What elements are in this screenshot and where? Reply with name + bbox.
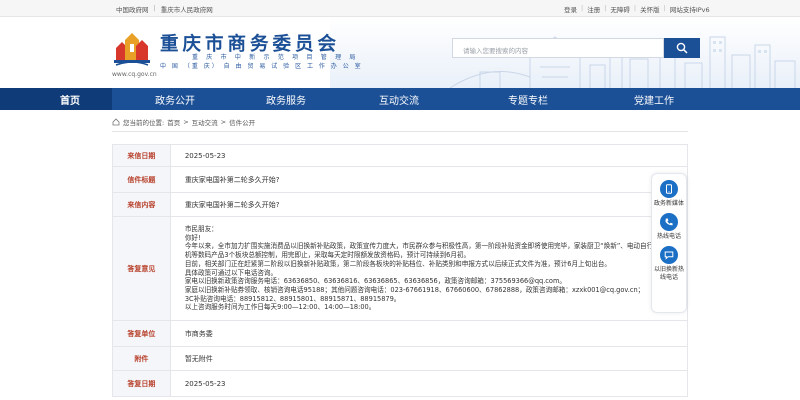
- reply-cell: 市民朋友： 你好! 今年以来，全市加力扩围实施消费品以旧换新补贴政策，政策宣传力…: [169, 216, 689, 321]
- label-unit: 答复单位: [112, 320, 171, 347]
- label-date: 来信日期: [112, 144, 171, 167]
- table-row: 附件 暂无附件: [112, 346, 689, 371]
- reply-line: 市民朋友：: [184, 224, 218, 233]
- breadcrumb: 您当前的位置: 首页 > 互动交流 > 信件公开: [112, 114, 255, 130]
- letter-detail-table: 来信日期 2025-05-23 信件标题 重庆家电国补第二轮多久开始? 来信内容…: [112, 144, 689, 397]
- phone-call-icon: [659, 213, 678, 231]
- reply-line: 今年以来，全市加力扩围实施消费品以旧换新补贴政策，政策宣传力度大，市民群众参与积…: [184, 242, 673, 251]
- table-row: 来信内容 重庆家电国补第二轮多久开始?: [112, 192, 689, 217]
- reply-line: 3C补贴咨询电话：88915812、88915801、88915871、8891…: [184, 294, 401, 303]
- side-item-tradein-hotline[interactable]: 以旧换新热 线电话: [654, 246, 684, 282]
- reply-line: 具体政策可通过以下电话咨询。: [184, 268, 278, 277]
- divider: [112, 131, 688, 132]
- login-link[interactable]: 登录: [562, 4, 579, 14]
- side-item-label: 热线电话: [656, 233, 681, 240]
- nav-label: 党建工作: [634, 95, 674, 107]
- floating-side-panel: 政务新媒体 热线电话 以旧换新热 线电话: [651, 173, 687, 313]
- search-input[interactable]: 请输入您要搜索的内容: [452, 38, 664, 58]
- reply-line: 家电以旧换新政策咨询服务电话：63636850、63636816、6363686…: [184, 277, 566, 286]
- side-item-new-media[interactable]: 政务新媒体: [654, 180, 684, 208]
- side-item-label: 以旧换新热 线电话: [653, 266, 684, 281]
- breadcrumb-letters[interactable]: 信件公开: [229, 117, 255, 127]
- site-subtitle-line2: 中 国 （重 庆） 自 由 贸 易 试 验 区 工 作 办 公 室: [160, 63, 363, 70]
- main-nav: 首页 政务公开 政务服务 互动交流 专题专栏 党建工作: [0, 88, 800, 110]
- link-gov-cn[interactable]: 中国政府网: [112, 4, 153, 14]
- side-item-label: 政务新媒体: [653, 200, 684, 207]
- top-left-links: 中国政府网 | 重庆市人民政府网: [112, 4, 217, 14]
- side-item-hotline[interactable]: 热线电话: [657, 213, 681, 241]
- ipv6-link[interactable]: 网站支持IPv6: [668, 4, 712, 14]
- reply-line: 你好!: [184, 233, 201, 242]
- attachment-value: 暂无附件: [169, 346, 689, 371]
- phone-icon: [659, 180, 678, 198]
- register-link[interactable]: 注册: [585, 4, 602, 14]
- table-row: 答复意见 市民朋友： 你好! 今年以来，全市加力扩围实施消费品以旧换新补贴政策，…: [112, 216, 689, 321]
- search-icon: [676, 42, 688, 54]
- site-header: 重庆市商务委员会 重 庆 市 中 新 示 范 项 目 管 理 局 中 国 （重 …: [0, 17, 800, 88]
- nav-label: 首页: [60, 95, 80, 107]
- nav-label: 政务服务: [266, 95, 306, 107]
- reply-line: 目前，相关部门正在赶紧第二阶段以旧换新补贴政策，第二阶段各板块的补贴档位、补贴类…: [184, 259, 612, 268]
- nav-gov-affairs-open[interactable]: 政务公开: [112, 88, 208, 110]
- table-row: 来信日期 2025-05-23: [112, 144, 689, 167]
- home-icon: [112, 118, 120, 126]
- table-row: 答复日期 2025-05-23: [112, 370, 689, 397]
- chat-icon: [659, 246, 678, 264]
- site-subtitle-line1: 重 庆 市 中 新 示 范 项 目 管 理 局: [192, 54, 359, 61]
- breadcrumb-home[interactable]: 首页: [167, 117, 180, 127]
- nav-party-building[interactable]: 党建工作: [580, 88, 720, 110]
- table-row: 答复单位 市商务委: [112, 320, 689, 347]
- top-utility-bar: 中国政府网 | 重庆市人民政府网 登录 | 注册 | 无障碍 | 关怀版 | 网…: [0, 0, 800, 17]
- letter-content: 重庆家电国补第二轮多久开始?: [169, 192, 689, 217]
- site-logo: [114, 33, 150, 66]
- letter-date: 2025-05-23: [169, 144, 689, 167]
- label-reply-date: 答复日期: [112, 370, 171, 397]
- nav-home[interactable]: 首页: [0, 88, 112, 110]
- letter-title: 重庆家电国补第二轮多久开始?: [169, 166, 689, 193]
- elder-mode-link[interactable]: 关怀版: [638, 4, 662, 14]
- breadcrumb-separator: >: [183, 118, 189, 126]
- nav-special-topics[interactable]: 专题专栏: [438, 88, 580, 110]
- reply-text: 市民朋友： 你好! 今年以来，全市加力扩围实施消费品以旧换新补贴政策，政策宣传力…: [171, 220, 687, 317]
- link-cq-gov[interactable]: 重庆市人民政府网: [157, 4, 217, 14]
- search-button[interactable]: [664, 38, 700, 58]
- label-content: 来信内容: [112, 192, 171, 217]
- reply-line: 以上咨询服务时间为工作日每天9:00—12:00、14:00—18:00。: [184, 303, 376, 312]
- reply-unit: 市商务委: [169, 320, 689, 347]
- nav-label: 政务公开: [155, 95, 195, 107]
- breadcrumb-prefix: 您当前的位置:: [123, 119, 165, 127]
- reply-line: 机等数码产品3个板块总额控制，用完即止，采取每天定时限额发放资格码，预计可持续到…: [184, 251, 471, 260]
- site-domain: www.cq.gov.cn: [112, 71, 157, 78]
- label-title: 信件标题: [112, 166, 171, 193]
- nav-label: 专题专栏: [508, 95, 548, 107]
- nav-gov-services[interactable]: 政务服务: [208, 88, 330, 110]
- reply-date: 2025-05-23: [169, 370, 689, 397]
- top-right-links: 登录 | 注册 | 无障碍 | 关怀版 | 网站支持IPv6: [562, 4, 712, 14]
- table-row: 信件标题 重庆家电国补第二轮多久开始?: [112, 166, 689, 193]
- label-reply: 答复意见: [112, 216, 171, 321]
- accessibility-link[interactable]: 无障碍: [608, 4, 632, 14]
- nav-label: 互动交流: [379, 95, 419, 107]
- breadcrumb-separator: >: [220, 118, 227, 126]
- nav-interaction[interactable]: 互动交流: [330, 88, 438, 110]
- reply-line: 家庭以旧换新补贴券领取、核销咨询电话95188；其他问题咨询电话：023-676…: [184, 285, 645, 294]
- breadcrumb-interaction[interactable]: 互动交流: [192, 117, 218, 127]
- label-attachment: 附件: [112, 346, 171, 371]
